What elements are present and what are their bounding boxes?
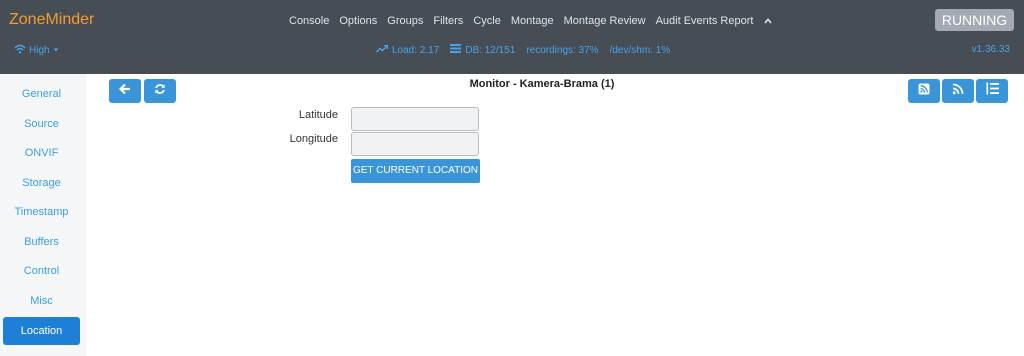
- longitude-input[interactable]: [351, 132, 479, 156]
- monitor-tabs-sidebar: General Source ONVIF Storage Timestamp B…: [0, 74, 86, 356]
- load-stat: Load: 2.17: [375, 44, 440, 56]
- refresh-button[interactable]: [144, 79, 176, 103]
- bandwidth-label: High: [29, 45, 50, 56]
- longitude-label: Longitude: [289, 133, 338, 145]
- nav-montage[interactable]: Montage: [511, 15, 554, 27]
- tab-control[interactable]: Control: [3, 257, 80, 285]
- refresh-icon: [154, 82, 166, 100]
- rss-square-button[interactable]: [908, 79, 940, 103]
- top-navbar: ZoneMinder Console Options Groups Filter…: [0, 0, 1024, 74]
- rss-button[interactable]: [942, 79, 974, 103]
- back-button[interactable]: [109, 79, 141, 103]
- tab-general[interactable]: General: [3, 80, 80, 108]
- rss-square-icon: [918, 82, 930, 100]
- nav-options[interactable]: Options: [339, 15, 377, 27]
- shm-stat: /dev/shm: 1%: [609, 44, 671, 56]
- load-text: Load: 2.17: [392, 44, 440, 56]
- page-title: Monitor - Kamera-Brama (1): [469, 78, 615, 90]
- latitude-label: Latitude: [298, 109, 338, 121]
- nav-cycle[interactable]: Cycle: [473, 15, 501, 27]
- caret-down-icon: [53, 45, 59, 56]
- nav-montage-review[interactable]: Montage Review: [564, 15, 646, 27]
- chevron-up-icon[interactable]: [763, 16, 773, 26]
- nav-filters[interactable]: Filters: [433, 15, 463, 27]
- db-text: DB: 12/151: [465, 44, 516, 56]
- database-icon: [450, 44, 462, 56]
- nav-groups[interactable]: Groups: [387, 15, 423, 27]
- tab-timestamp[interactable]: Timestamp: [3, 198, 80, 226]
- tab-misc[interactable]: Misc: [3, 287, 80, 315]
- recordings-stat: recordings: 37%: [526, 44, 599, 56]
- wifi-icon: [14, 44, 26, 57]
- tab-onvif[interactable]: ONVIF: [3, 139, 80, 167]
- latitude-input[interactable]: [351, 107, 479, 131]
- trend-icon: [375, 44, 389, 56]
- nav-console[interactable]: Console: [289, 15, 329, 27]
- tab-location[interactable]: Location: [3, 317, 80, 345]
- list-button[interactable]: [976, 79, 1008, 103]
- nav-audit-events-report[interactable]: Audit Events Report: [656, 15, 754, 27]
- tab-buffers[interactable]: Buffers: [3, 228, 80, 256]
- bandwidth-selector[interactable]: High: [14, 44, 59, 57]
- rss-icon: [952, 82, 964, 100]
- get-current-location-button[interactable]: GET CURRENT LOCATION: [351, 159, 480, 183]
- tab-source[interactable]: Source: [3, 110, 80, 138]
- arrow-left-icon: [118, 82, 131, 100]
- status-badge[interactable]: RUNNING: [935, 9, 1014, 31]
- tab-storage[interactable]: Storage: [3, 169, 80, 197]
- version-label[interactable]: v1.36.33: [972, 44, 1010, 55]
- db-stat: DB: 12/151: [450, 44, 515, 56]
- brand-logo[interactable]: ZoneMinder: [9, 11, 94, 29]
- list-ordered-icon: [986, 82, 999, 100]
- main-nav: Console Options Groups Filters Cycle Mon…: [289, 15, 773, 27]
- system-stats: Load: 2.17 DB: 12/151 recordings: 37% /d…: [375, 44, 671, 56]
